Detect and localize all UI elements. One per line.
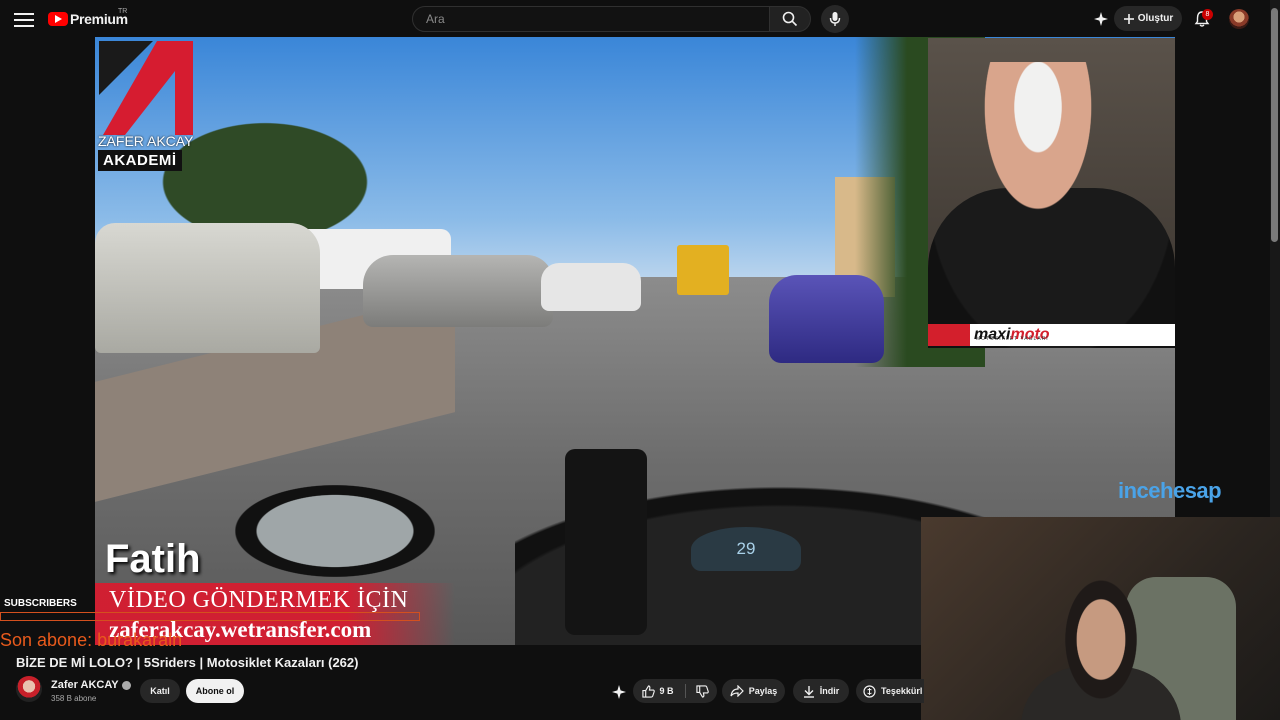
- search-button[interactable]: [769, 6, 811, 32]
- channel-subscriber-count: 358 B abone: [51, 694, 97, 703]
- channel-avatar[interactable]: [16, 676, 42, 702]
- region-code: TR: [118, 8, 128, 15]
- join-button[interactable]: Katıl: [140, 679, 180, 703]
- sparkle-icon[interactable]: [1093, 11, 1109, 27]
- video-car: [541, 263, 641, 311]
- share-icon: [730, 685, 744, 697]
- share-label: Paylaş: [748, 686, 778, 696]
- download-label: İndir: [819, 686, 840, 696]
- search-input[interactable]: [424, 11, 758, 27]
- phone-mount: [565, 449, 647, 635]
- video-blue-car: [769, 275, 884, 363]
- ask-sparkle-icon[interactable]: [611, 684, 627, 700]
- webcam-host: maximoto MOTOSİKLET YAĞLARI: [928, 38, 1175, 348]
- sender-name: Fatih: [105, 537, 201, 581]
- dislike-button[interactable]: [687, 679, 717, 703]
- plus-icon: [1123, 13, 1134, 24]
- notification-badge: 8: [1202, 9, 1213, 20]
- top-bar: Premium TR Oluştur 8: [0, 0, 1280, 37]
- verified-icon: [121, 680, 131, 690]
- like-button[interactable]: 9 B: [633, 679, 683, 703]
- download-icon: [803, 685, 814, 698]
- host-face: [983, 62, 1093, 212]
- sponsor-red-block: [928, 324, 970, 346]
- logo-line1: ZAFER AKCAY: [98, 133, 194, 149]
- thumbs-down-icon: [695, 684, 709, 698]
- share-button[interactable]: Paylaş: [722, 679, 785, 703]
- webcam-streamer: [921, 517, 1280, 720]
- video-truck: [677, 245, 729, 295]
- create-label: Oluştur: [1137, 13, 1174, 24]
- sponsor-bar: maximoto: [928, 324, 1175, 346]
- youtube-premium-logo[interactable]: Premium: [48, 11, 128, 27]
- search-icon: [782, 11, 798, 27]
- video-car: [363, 255, 553, 327]
- thanks-icon: [863, 684, 876, 698]
- voice-search-button[interactable]: [821, 5, 849, 33]
- sponsor-subtitle: MOTOSİKLET YAĞLARI: [976, 336, 1049, 342]
- like-divider: [685, 684, 686, 698]
- video-van: [95, 223, 320, 353]
- thanks-button[interactable]: Teşekkürl: [856, 679, 924, 703]
- mic-icon: [829, 12, 841, 26]
- zafer-akcay-logo-icon: [99, 41, 193, 135]
- subscribers-progress: [0, 612, 420, 621]
- incehesap-logo: incehesap: [1118, 478, 1222, 503]
- banner-line1: VİDEO GÖNDERMEK İÇİN: [109, 587, 409, 613]
- video-title: BİZE DE Mİ LOLO? | 5Sriders | Motosiklet…: [16, 655, 359, 670]
- search-box: [412, 6, 770, 32]
- channel-name[interactable]: Zafer AKCAY: [51, 679, 131, 691]
- motorcycle-mirror: [235, 485, 435, 577]
- create-button[interactable]: Oluştur: [1114, 6, 1182, 31]
- like-dislike-group: 9 B: [633, 679, 717, 703]
- speed-display: 29: [691, 527, 801, 571]
- thumbs-up-icon: [642, 684, 656, 698]
- thanks-label: Teşekkürl: [881, 686, 923, 696]
- streamer-face: [1051, 572, 1151, 720]
- menu-icon[interactable]: [14, 9, 34, 29]
- logo-line2: AKADEMİ: [98, 150, 182, 171]
- download-button[interactable]: İndir: [793, 679, 849, 703]
- subscribers-label: SUBSCRIBERS: [4, 598, 77, 609]
- subscribe-button[interactable]: Abone ol: [186, 679, 244, 703]
- youtube-play-icon: [48, 12, 68, 26]
- last-subscriber: Son abone: burakaraln: [0, 630, 183, 650]
- scrollbar-thumb[interactable]: [1271, 8, 1278, 242]
- like-count: 9 B: [659, 686, 674, 696]
- account-avatar[interactable]: [1229, 9, 1249, 29]
